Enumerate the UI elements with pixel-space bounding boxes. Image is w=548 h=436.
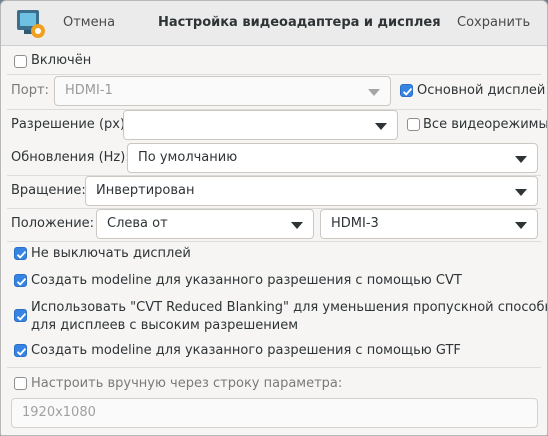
cvt-reduced-blanking-checkbox[interactable] bbox=[14, 309, 27, 322]
rotation-combo[interactable]: Инвертирован bbox=[85, 176, 538, 206]
cvt-reduced-blanking-label-line2: для дисплеев с высоким разрешением bbox=[31, 318, 299, 333]
gtf-modeline-checkbox[interactable] bbox=[14, 344, 27, 357]
manual-config-placeholder: 1920x1080 bbox=[22, 405, 96, 420]
checkmark-icon bbox=[16, 312, 27, 321]
position-target-combo[interactable]: HDMI-3 bbox=[320, 209, 538, 239]
chevron-down-icon bbox=[375, 123, 387, 130]
checkmark-icon bbox=[16, 277, 27, 286]
header-bar: Отмена Настройка видеоадаптера и дисплея… bbox=[1, 1, 547, 46]
port-value: HDMI-1 bbox=[65, 83, 113, 98]
resolution-combo[interactable] bbox=[123, 110, 398, 140]
checkmark-icon bbox=[16, 250, 27, 259]
checkmark-icon bbox=[402, 87, 413, 96]
port-combo[interactable]: HDMI-1 bbox=[54, 76, 391, 106]
cancel-button[interactable]: Отмена bbox=[63, 15, 115, 30]
chevron-down-icon bbox=[515, 189, 527, 196]
separator bbox=[7, 241, 541, 242]
refresh-label: Обновления (Hz): bbox=[11, 150, 130, 165]
rotation-value: Инвертирован bbox=[96, 183, 195, 198]
primary-display-label: Основной дисплей bbox=[417, 83, 546, 98]
display-settings-dialog: Отмена Настройка видеоадаптера и дисплея… bbox=[0, 0, 548, 436]
manual-config-checkbox[interactable] bbox=[14, 377, 27, 390]
position-target-value: HDMI-3 bbox=[331, 216, 379, 231]
separator bbox=[7, 74, 541, 75]
chevron-down-icon bbox=[368, 89, 380, 96]
chevron-down-icon bbox=[515, 156, 527, 163]
separator bbox=[7, 367, 541, 368]
all-modes-checkbox[interactable] bbox=[407, 118, 420, 131]
all-modes-label: Все видеорежимы bbox=[423, 117, 548, 132]
save-button[interactable]: Сохранить bbox=[457, 15, 530, 30]
port-label: Порт: bbox=[11, 83, 49, 98]
dialog-title: Настройка видеоадаптера и дисплея bbox=[158, 15, 441, 30]
rotation-label: Вращение: bbox=[11, 183, 86, 198]
gtf-modeline-label: Создать modeline для указанного разрешен… bbox=[31, 343, 461, 358]
cvt-reduced-blanking-label-line1: Использовать "CVT Reduced Blanking" для … bbox=[31, 300, 548, 315]
chevron-down-icon bbox=[291, 222, 303, 229]
chevron-down-icon bbox=[515, 222, 527, 229]
manual-config-label: Настроить вручную через строку параметра… bbox=[31, 376, 343, 391]
position-relation-value: Слева от bbox=[107, 216, 168, 231]
refresh-combo[interactable]: По умолчанию bbox=[127, 143, 538, 173]
resolution-label: Разрешение (px): bbox=[11, 117, 130, 132]
position-relation-combo[interactable]: Слева от bbox=[96, 209, 314, 239]
refresh-value: По умолчанию bbox=[138, 150, 238, 165]
primary-display-checkbox[interactable] bbox=[400, 84, 413, 97]
manual-config-input[interactable]: 1920x1080 bbox=[11, 398, 538, 428]
checkmark-icon bbox=[16, 347, 27, 356]
keep-display-on-label: Не выключать дисплей bbox=[31, 246, 191, 261]
enabled-checkbox[interactable] bbox=[14, 55, 27, 68]
display-settings-app-icon bbox=[14, 6, 46, 40]
enabled-label: Включён bbox=[31, 53, 92, 68]
position-label: Положение: bbox=[11, 216, 95, 231]
keep-display-on-checkbox[interactable] bbox=[14, 247, 27, 260]
cvt-modeline-label: Создать modeline для указанного разрешен… bbox=[31, 273, 462, 288]
cvt-modeline-checkbox[interactable] bbox=[14, 274, 27, 287]
